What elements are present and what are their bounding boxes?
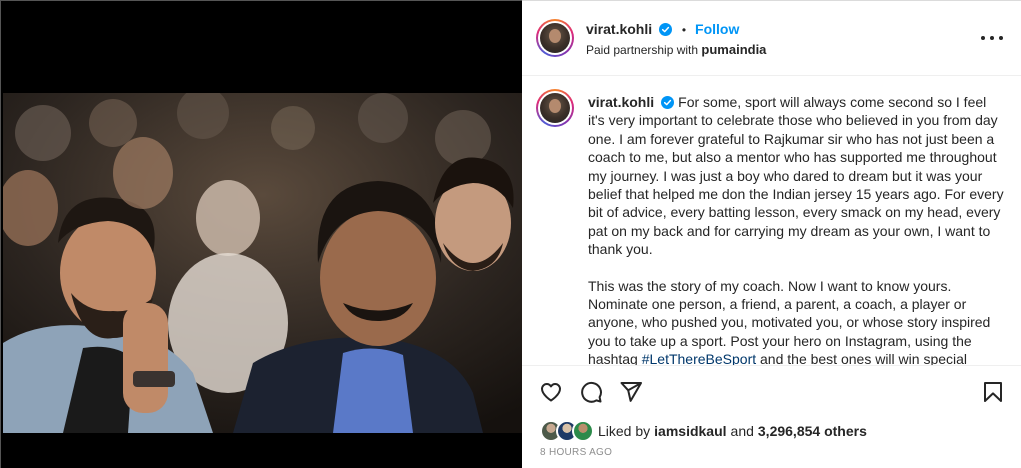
likes-prefix: Liked by: [598, 423, 651, 439]
likes-count[interactable]: 3,296,854 others: [758, 423, 867, 439]
post-media-panel: [0, 0, 522, 468]
caption-paragraph-1: For some, sport will always come second …: [588, 94, 1004, 258]
hashtag-link[interactable]: #LetThereBeSport: [642, 351, 756, 365]
caption-text: virat.kohli For some, sport will always …: [588, 93, 1006, 365]
follow-button[interactable]: Follow: [695, 21, 739, 37]
caption-username[interactable]: virat.kohli: [588, 94, 654, 110]
author-line: virat.kohli • Follow: [586, 21, 739, 37]
avatar-image: [540, 93, 570, 123]
author-username[interactable]: virat.kohli: [586, 21, 652, 37]
post-actions-bar: [522, 365, 1021, 417]
verified-badge-icon: [659, 23, 673, 36]
heart-icon[interactable]: [539, 380, 563, 404]
partnership-prefix: Paid partnership with: [586, 43, 699, 57]
likes-connector: and: [730, 423, 754, 439]
liker-avatars: [540, 420, 594, 442]
liker-avatar: [572, 420, 594, 442]
caption-section: virat.kohli For some, sport will always …: [522, 77, 1021, 365]
separator-dot: •: [681, 23, 687, 37]
bookmark-icon[interactable]: [981, 380, 1005, 404]
more-options-icon[interactable]: [981, 28, 1003, 48]
verified-badge-icon: [661, 96, 675, 109]
caption-author-avatar[interactable]: [536, 89, 574, 127]
post-photo-illustration: [3, 93, 522, 433]
author-avatar[interactable]: [536, 19, 574, 57]
avatar-image: [540, 23, 570, 53]
partner-link[interactable]: pumaindia: [701, 42, 766, 57]
caption-paragraph-2-end: and the best ones will win special: [756, 351, 968, 365]
paid-partnership-label: Paid partnership with pumaindia: [586, 42, 766, 57]
likes-summary: Liked by iamsidkaul and 3,296,854 others: [540, 419, 867, 443]
post-header: virat.kohli • Follow Paid partnership wi…: [522, 1, 1021, 76]
liker-username[interactable]: iamsidkaul: [654, 423, 726, 439]
post-details-panel: virat.kohli • Follow Paid partnership wi…: [522, 0, 1021, 468]
post-photo[interactable]: [3, 93, 522, 433]
share-icon[interactable]: [619, 380, 643, 404]
post-timestamp[interactable]: 8 HOURS AGO: [540, 447, 612, 458]
comment-icon[interactable]: [579, 380, 603, 404]
